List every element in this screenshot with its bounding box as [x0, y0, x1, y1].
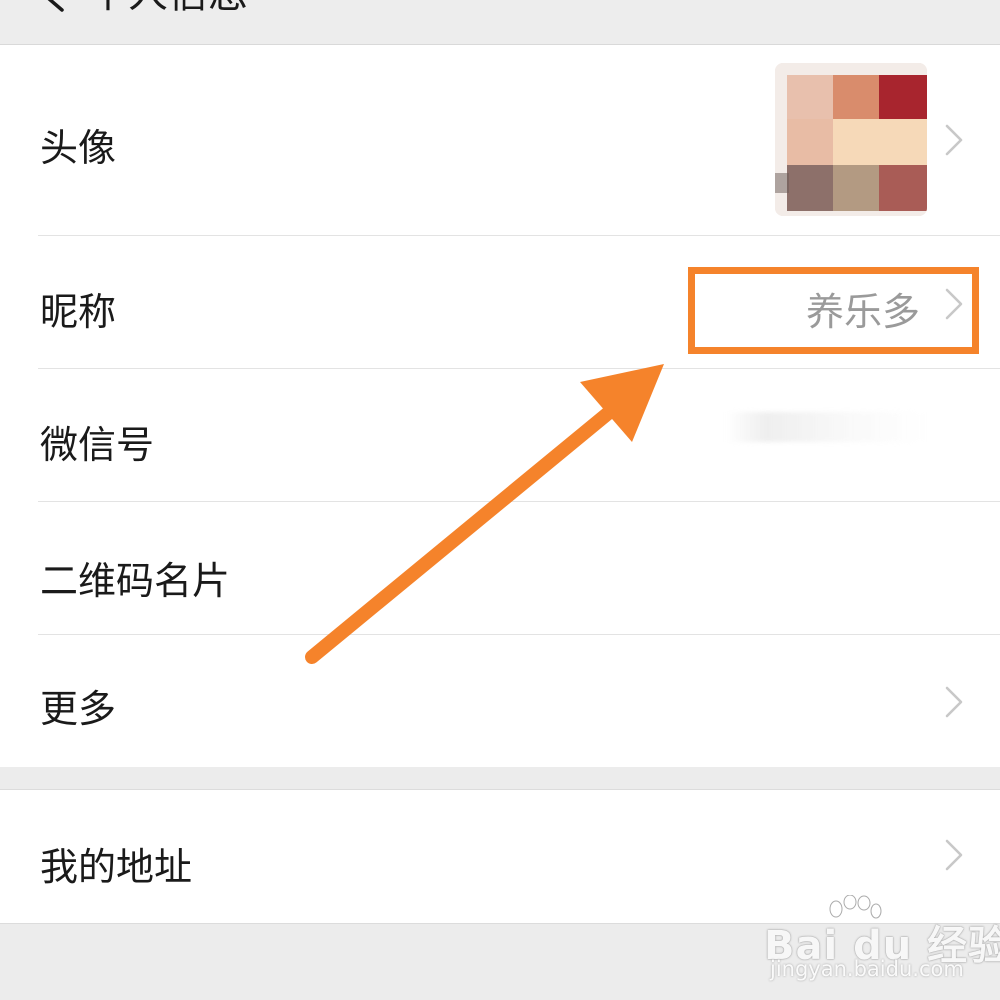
baidu-jingyan-watermark: Bai du 经验 jingyan.baidu.com: [764, 895, 1000, 985]
profile-screen: 个人信息 头像 昵称 养乐多 微信号 二维码名片 更多: [0, 0, 1000, 1000]
annotation-arrow-icon: [305, 364, 664, 664]
watermark-url: jingyan.baidu.com: [770, 957, 964, 981]
